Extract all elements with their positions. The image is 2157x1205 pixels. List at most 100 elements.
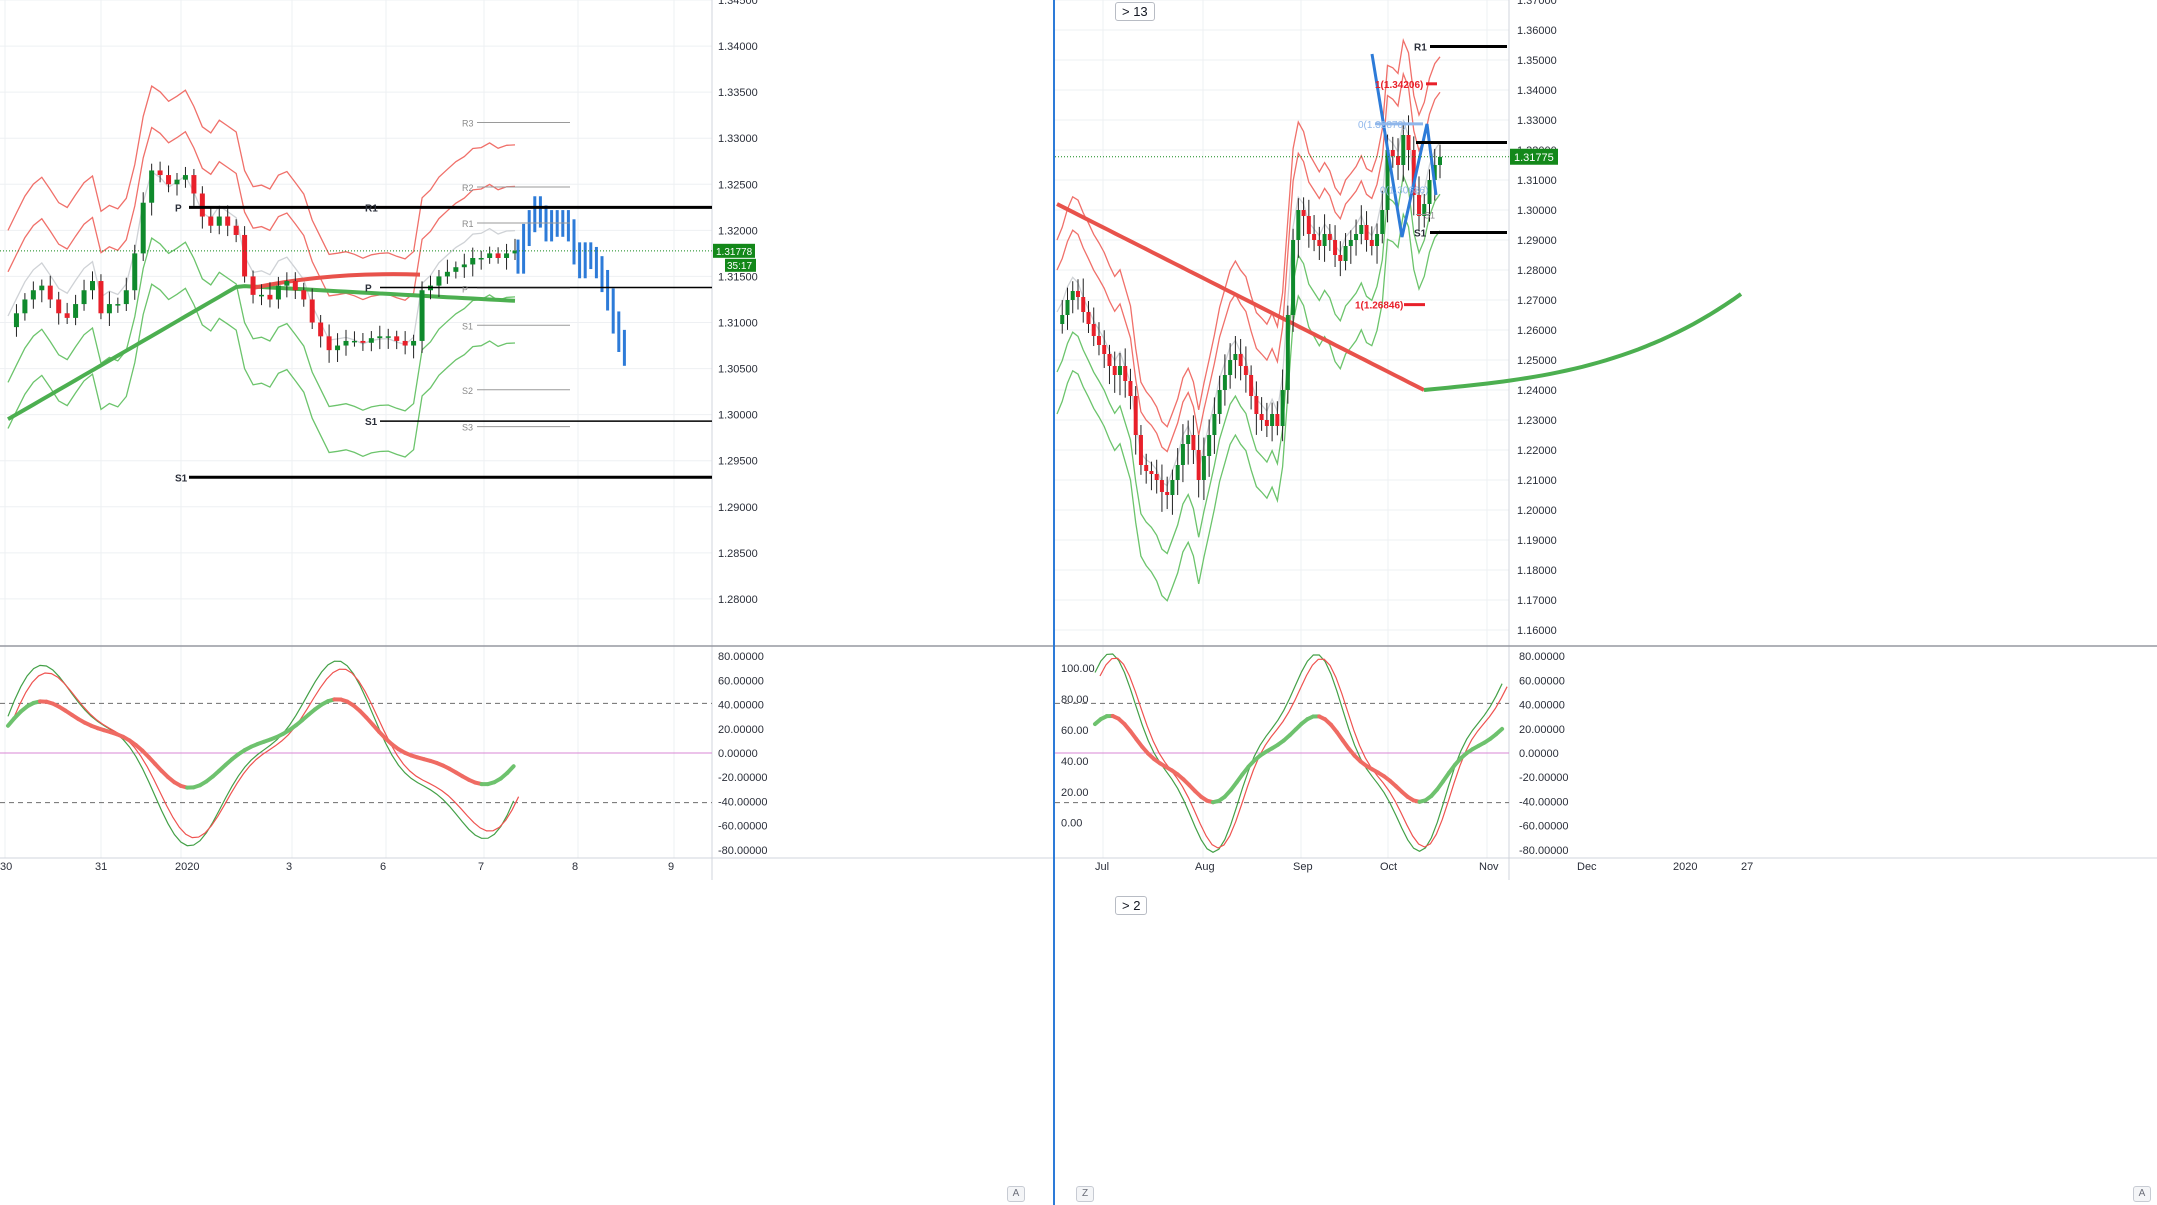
right-osc-left-tick-label: 60.00 bbox=[1061, 725, 1089, 737]
right-osc-tick-label: -60.00000 bbox=[1519, 821, 1569, 833]
right-candle-body bbox=[1222, 375, 1227, 390]
collapsed-osc-studies-badge[interactable]: > 2 bbox=[1115, 896, 1148, 915]
right-chart-panel[interactable]: 1.370001.360001.350001.340001.330001.320… bbox=[1053, 0, 2157, 1205]
right-candle-body bbox=[1233, 354, 1238, 360]
right-candle-body bbox=[1343, 246, 1348, 261]
left-chart-panel[interactable]: 1.34500 1.34000 1.33500 1.33000 1.32500 1.320… bbox=[0, 0, 1053, 1205]
right-candle-body bbox=[1280, 390, 1285, 426]
left-candle-body bbox=[81, 290, 87, 305]
right-candle-body bbox=[1228, 360, 1233, 375]
left-candle-body bbox=[22, 299, 28, 314]
left-candle-body bbox=[275, 285, 281, 300]
right-price-tick-label: 1.27000 bbox=[1517, 295, 1557, 307]
right-osc-left-tick-label: 80.00 bbox=[1061, 694, 1089, 706]
right-price-tick-label: 1.21000 bbox=[1517, 475, 1557, 487]
right-osc-main-segment bbox=[1494, 726, 1505, 737]
right-price-tick-label: 1.28000 bbox=[1517, 265, 1557, 277]
left-candle-body bbox=[267, 294, 273, 300]
left-candle-body bbox=[292, 281, 298, 291]
right-time-tick-label: Sep bbox=[1293, 861, 1313, 873]
left-candle-body bbox=[495, 253, 501, 258]
left-candle-body bbox=[157, 170, 163, 176]
left-candles bbox=[13, 161, 518, 363]
left-time-tick-label: 7 bbox=[478, 861, 484, 873]
right-candle-body bbox=[1380, 210, 1385, 234]
left-candle-body bbox=[123, 290, 129, 305]
left-candle-body bbox=[470, 258, 476, 265]
right-chart-canvas[interactable]: 1.370001.360001.350001.340001.330001.320… bbox=[1055, 0, 2157, 1205]
right-osc-tick-label: -40.00000 bbox=[1519, 796, 1569, 808]
left-candle-body bbox=[504, 253, 510, 258]
right-candle-body bbox=[1238, 354, 1243, 366]
right-candle-body bbox=[1390, 150, 1395, 156]
right-candle-body bbox=[1060, 315, 1065, 324]
left-daily-pivot-label: S1 bbox=[462, 321, 473, 331]
right-candle-body bbox=[1065, 300, 1070, 315]
right-price-tick-label: 1.18000 bbox=[1517, 565, 1557, 577]
left-time-tick-label: 8 bbox=[572, 861, 578, 873]
left-candle-body bbox=[90, 281, 95, 291]
left-candle-body bbox=[250, 276, 256, 295]
left-pivot-label-S1-mid: S1 bbox=[365, 417, 378, 428]
left-time-tick-label: 9 bbox=[668, 861, 674, 873]
right-candle-body bbox=[1375, 234, 1380, 246]
left-candle-body bbox=[115, 304, 121, 306]
right-candle-body bbox=[1264, 420, 1269, 426]
left-candle-body bbox=[444, 271, 450, 277]
left-osc-tick-label: -80.00000 bbox=[718, 845, 768, 857]
left-price-tick-label: 1.32500 bbox=[718, 179, 758, 191]
left-axis-corner-button[interactable]: A bbox=[1007, 1186, 1025, 1202]
right-osc-tick-label: -20.00000 bbox=[1519, 772, 1569, 784]
right-candle-body bbox=[1322, 234, 1327, 246]
left-price-tick-label: 1.29500 bbox=[718, 456, 758, 468]
right-candle-body bbox=[1359, 225, 1364, 234]
right-candle-body bbox=[1312, 234, 1317, 240]
left-candle-body bbox=[47, 285, 53, 300]
right-candle-body bbox=[1102, 345, 1107, 354]
right-price-tick-label: 1.36000 bbox=[1517, 25, 1557, 37]
right-osc-left-tick-label: 100.00 bbox=[1061, 663, 1095, 675]
left-candle-body bbox=[309, 299, 315, 323]
left-price-tick-label: 1.31500 bbox=[718, 271, 758, 283]
left-daily-pivot-label: S3 bbox=[462, 423, 473, 433]
right-candle-body bbox=[1144, 465, 1149, 471]
left-midline bbox=[7, 170, 516, 346]
left-candle-body bbox=[453, 267, 459, 272]
right-candle-body bbox=[1259, 414, 1264, 420]
right-osc-left-tick-label: 0.00 bbox=[1061, 818, 1082, 830]
left-candle-body bbox=[182, 175, 188, 180]
right-candle-body bbox=[1196, 450, 1201, 480]
right-axis-corner-button[interactable]: A bbox=[2133, 1186, 2151, 1202]
right-candle-body bbox=[1285, 315, 1290, 390]
right-time-tick-label: Aug bbox=[1195, 861, 1215, 873]
right-price-tick-label: 1.29000 bbox=[1517, 235, 1557, 247]
right-candle-body bbox=[1081, 297, 1086, 312]
right-candle-body bbox=[1438, 156, 1442, 165]
left-chart-canvas[interactable]: 1.34500 1.34000 1.33500 1.33000 1.32500 1.320… bbox=[0, 0, 1053, 1205]
left-pivot-label-P: P bbox=[175, 203, 182, 214]
left-candle-body bbox=[39, 285, 45, 291]
left-lower-band-inner bbox=[7, 237, 516, 412]
right-osc-tick-label: 80.00000 bbox=[1519, 651, 1565, 663]
zoom-corner-button[interactable]: Z bbox=[1076, 1186, 1094, 1202]
right-time-tick-label: 2020 bbox=[1673, 861, 1697, 873]
right-candle-body bbox=[1217, 390, 1222, 414]
left-candle-body bbox=[199, 193, 205, 217]
right-long-moving-average bbox=[1423, 292, 1743, 392]
right-price-tick-label: 1.25000 bbox=[1517, 355, 1557, 367]
right-candle-body bbox=[1291, 240, 1296, 315]
left-osc-tick-label: -40.00000 bbox=[718, 796, 768, 808]
right-price-tick-label: 1.30000 bbox=[1517, 205, 1557, 217]
right-price-tick-label: 1.31000 bbox=[1517, 175, 1557, 187]
left-candle-body bbox=[106, 304, 112, 314]
right-candle-body bbox=[1270, 414, 1275, 426]
right-price-tick-label: 1.34000 bbox=[1517, 85, 1557, 97]
right-osc-tick-label: 40.00000 bbox=[1519, 700, 1565, 712]
right-candle-body bbox=[1149, 471, 1154, 474]
right-price-tick-label: 1.35000 bbox=[1517, 55, 1557, 67]
left-osc-main-segment bbox=[505, 764, 516, 776]
left-price-tick-label: 1.32000 bbox=[718, 225, 758, 237]
right-osc-left-tick-label: 20.00 bbox=[1061, 787, 1089, 799]
left-candle-body bbox=[56, 299, 62, 314]
collapsed-studies-badge[interactable]: > 13 bbox=[1115, 2, 1155, 21]
